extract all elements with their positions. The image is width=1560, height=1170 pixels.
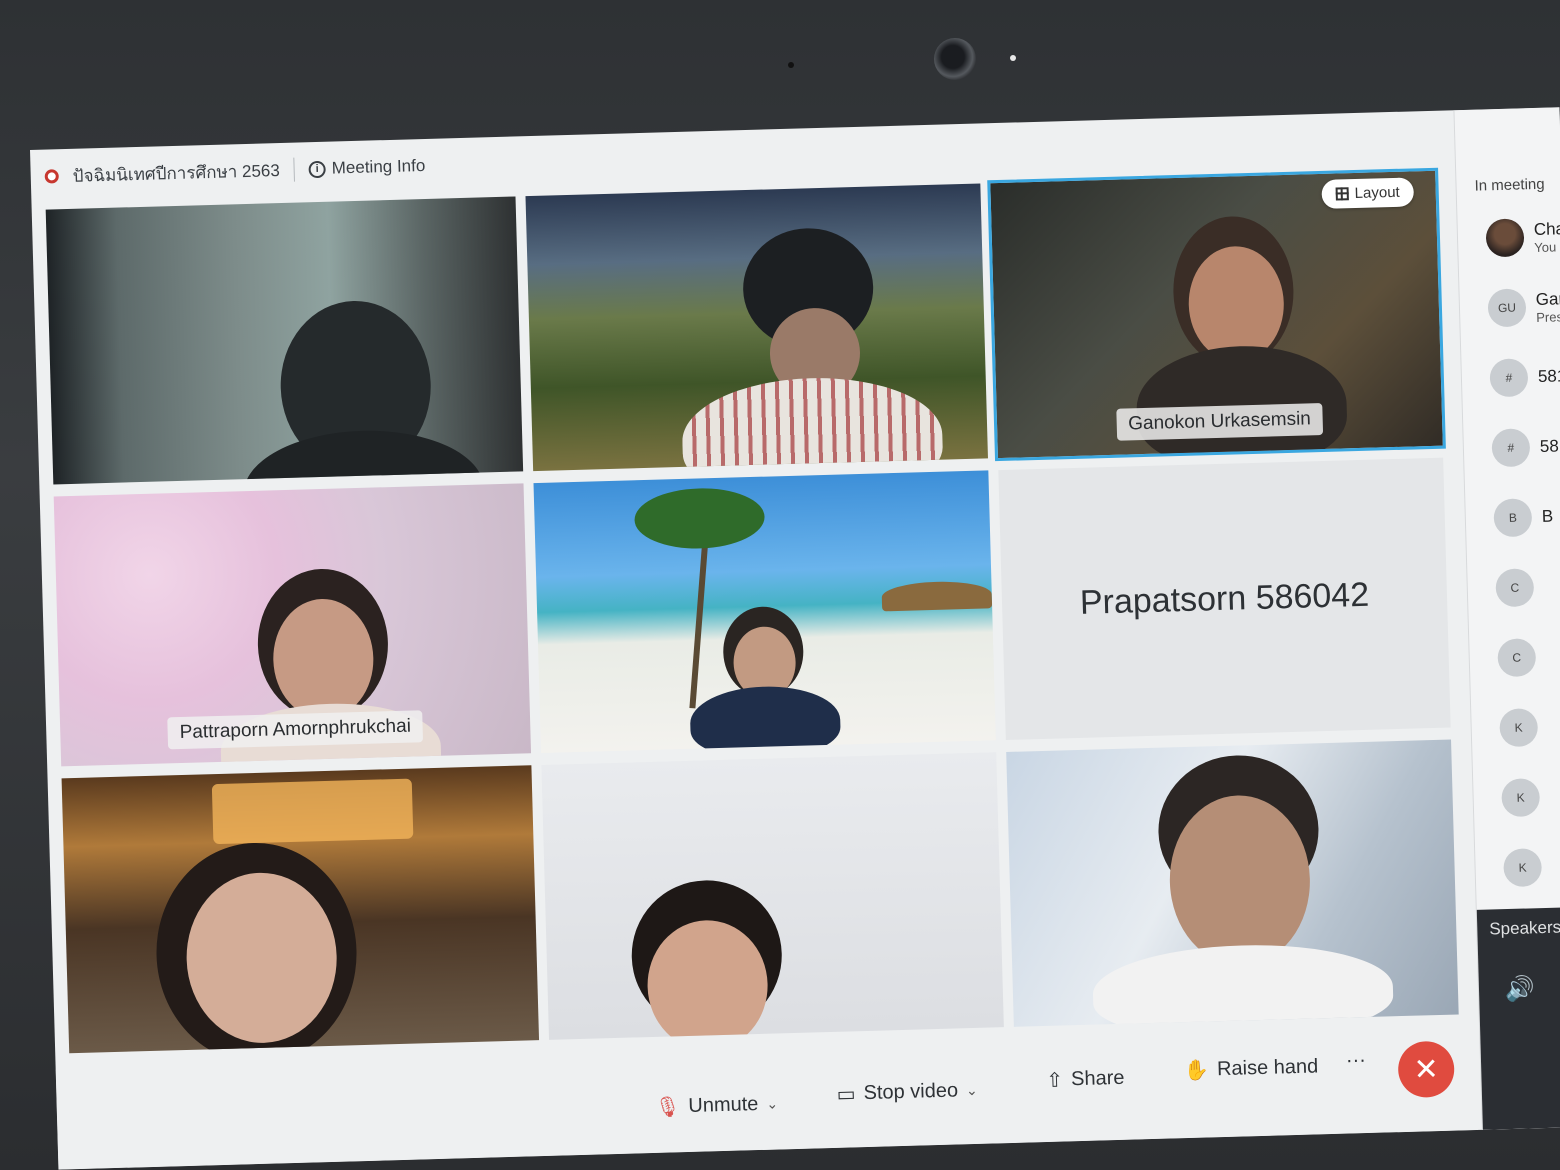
share-label: Share xyxy=(1070,1066,1125,1091)
recording-icon xyxy=(44,169,59,184)
raise-hand-label: Raise hand xyxy=(1216,1055,1319,1081)
video-tile-active-speaker[interactable]: Layout Ganokon Urkasemsin xyxy=(987,167,1446,462)
avatar: C xyxy=(1497,638,1537,678)
meeting-window: ปัจฉิมนิเทศปีการศึกษา 2563 i Meeting Inf… xyxy=(30,107,1560,1170)
participant-body xyxy=(689,684,842,753)
participant-body xyxy=(1091,941,1395,1027)
video-tile[interactable] xyxy=(1006,739,1459,1027)
participant-row[interactable]: GU Gan Pres xyxy=(1487,287,1560,328)
participant-row[interactable]: B B xyxy=(1493,498,1553,538)
unmute-label: Unmute xyxy=(688,1093,759,1117)
video-grid: Layout Ganokon Urkasemsin Pattraporn Amo… xyxy=(45,167,1469,1069)
more-options-button[interactable]: ··· xyxy=(1346,1049,1367,1073)
palm-leaves xyxy=(633,486,766,551)
participant-row[interactable]: K xyxy=(1503,848,1543,888)
participant-row[interactable]: K xyxy=(1499,708,1539,748)
participant-name: Char xyxy=(1533,218,1560,239)
video-tile[interactable] xyxy=(525,183,988,472)
avatar: # xyxy=(1491,428,1531,468)
participant-name: Gan xyxy=(1535,288,1560,309)
video-tile[interactable] xyxy=(541,752,1004,1040)
share-button[interactable]: ⇧ Share xyxy=(1046,1066,1125,1093)
avatar: GU xyxy=(1487,288,1527,328)
info-icon: i xyxy=(308,160,326,178)
indicator-light xyxy=(1010,55,1016,61)
stop-video-button[interactable]: ▭ Stop video ⌄ xyxy=(836,1078,978,1107)
participant-row[interactable]: C xyxy=(1497,638,1537,678)
avatar: B xyxy=(1493,498,1533,538)
video-tile[interactable] xyxy=(45,196,524,485)
participants-panel: P In meeting Char You - GU Gan Pres # 58… xyxy=(1453,107,1560,1130)
unmute-button[interactable]: 🎙 Unmute ⌄ xyxy=(655,1091,779,1119)
meeting-info-button[interactable]: i Meeting Info xyxy=(308,155,426,179)
beach-umbrella xyxy=(881,580,993,612)
speaker-icon[interactable]: 🔊 xyxy=(1505,974,1536,1004)
avatar xyxy=(1485,218,1525,258)
meeting-info-label: Meeting Info xyxy=(331,155,426,178)
chevron-down-icon[interactable]: ⌄ xyxy=(966,1082,978,1099)
divider xyxy=(293,157,296,182)
participant-row[interactable]: # 581 xyxy=(1489,357,1560,398)
layout-label: Layout xyxy=(1354,183,1400,203)
layout-button[interactable]: Layout xyxy=(1321,177,1415,209)
video-tile-no-video[interactable]: Prapatsorn 586042 xyxy=(998,457,1451,740)
more-icon: ··· xyxy=(1345,1049,1367,1072)
webcam-icon xyxy=(934,38,976,80)
participant-body xyxy=(242,427,486,485)
participant-name-tag: Ganokon Urkasemsin xyxy=(1115,403,1324,441)
video-camera-icon: ▭ xyxy=(836,1083,856,1106)
avatar: C xyxy=(1495,568,1535,608)
participant-row[interactable]: # 58 xyxy=(1491,427,1560,468)
participant-row[interactable]: K xyxy=(1501,778,1541,818)
hand-icon: ✋ xyxy=(1183,1059,1210,1083)
participant-status: You - xyxy=(1534,238,1560,255)
participant-body xyxy=(680,374,944,472)
avatar: K xyxy=(1499,708,1539,748)
in-meeting-header: In meeting xyxy=(1474,175,1545,195)
sensor-dot xyxy=(788,62,794,68)
avatar: # xyxy=(1489,358,1529,398)
participant-name: 58 xyxy=(1539,436,1560,456)
stop-video-label: Stop video xyxy=(863,1079,959,1105)
participant-status: Pres xyxy=(1536,308,1560,325)
lantern-light xyxy=(211,778,414,845)
raise-hand-button[interactable]: ✋ Raise hand xyxy=(1184,1054,1319,1083)
participant-body xyxy=(1134,343,1349,459)
avatar: K xyxy=(1501,778,1541,818)
participant-name: B xyxy=(1541,506,1554,526)
mic-muted-icon: 🎙 xyxy=(654,1096,681,1119)
audio-panel: Speakers ( 🔊 xyxy=(1476,906,1560,1130)
participant-name: 581 xyxy=(1537,366,1560,386)
close-icon: ✕ xyxy=(1413,1052,1440,1087)
participant-name: Prapatsorn 586042 xyxy=(1079,575,1370,622)
speakers-label: Speakers ( xyxy=(1489,917,1560,939)
video-tile[interactable] xyxy=(533,470,996,753)
grid-icon xyxy=(1335,187,1349,201)
meeting-title: ปัจฉิมนิเทศปีการศึกษา 2563 xyxy=(72,160,281,186)
chevron-down-icon[interactable]: ⌄ xyxy=(766,1095,778,1112)
video-tile[interactable] xyxy=(61,765,540,1054)
avatar: K xyxy=(1503,848,1543,888)
share-icon: ⇧ xyxy=(1046,1069,1064,1092)
participant-row[interactable]: Char You - xyxy=(1485,217,1560,258)
end-call-button[interactable]: ✕ xyxy=(1397,1040,1455,1099)
video-tile[interactable]: Pattraporn Amornphrukchai xyxy=(53,483,532,767)
participant-row[interactable]: C xyxy=(1495,568,1535,608)
